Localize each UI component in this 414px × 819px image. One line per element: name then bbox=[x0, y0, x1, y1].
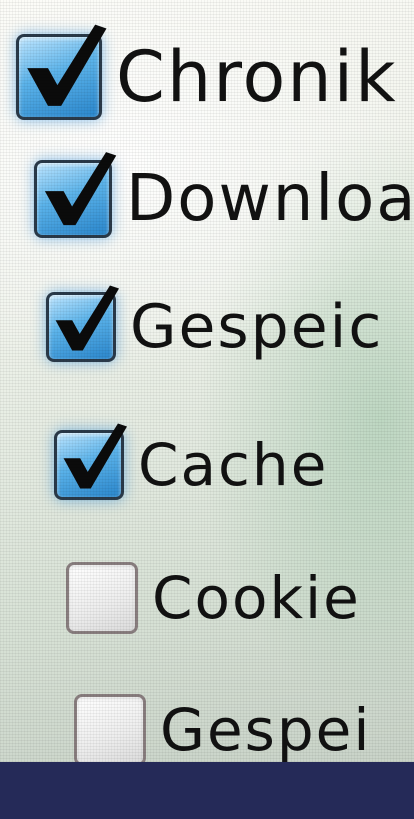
option-downloads[interactable]: Downloa bbox=[34, 152, 414, 238]
footer-bar bbox=[0, 762, 414, 819]
cookies-label: Cookie bbox=[152, 564, 361, 632]
checkmark-icon bbox=[63, 423, 128, 489]
cache-label: Cache bbox=[138, 431, 329, 499]
checkmark-icon bbox=[27, 25, 107, 107]
downloads-checkbox[interactable] bbox=[34, 152, 116, 238]
downloads-label: Downloa bbox=[126, 162, 414, 236]
option-gespeichert-2[interactable]: Gespei bbox=[74, 694, 371, 762]
gespeichert-1-label: Gespeic bbox=[130, 292, 384, 362]
gespeichert-1-checkbox[interactable] bbox=[46, 285, 120, 362]
option-cookies[interactable]: Cookie bbox=[66, 562, 361, 634]
cache-checkbox[interactable] bbox=[54, 423, 128, 500]
chronik-checkbox[interactable] bbox=[16, 25, 107, 120]
gespeichert-2-label: Gespei bbox=[160, 696, 372, 762]
cookies-checkbox[interactable] bbox=[66, 562, 138, 634]
checkmark-icon bbox=[55, 285, 120, 351]
preferences-panel: Chronik Downloa Gespeic Cache Cookie Ges… bbox=[0, 0, 414, 762]
option-gespeichert-1[interactable]: Gespeic bbox=[46, 285, 384, 362]
checkmark-icon bbox=[44, 152, 116, 226]
option-cache[interactable]: Cache bbox=[54, 423, 329, 500]
chronik-label: Chronik bbox=[116, 36, 398, 118]
gespeichert-2-checkbox[interactable] bbox=[74, 694, 146, 762]
option-chronik[interactable]: Chronik bbox=[16, 25, 398, 120]
